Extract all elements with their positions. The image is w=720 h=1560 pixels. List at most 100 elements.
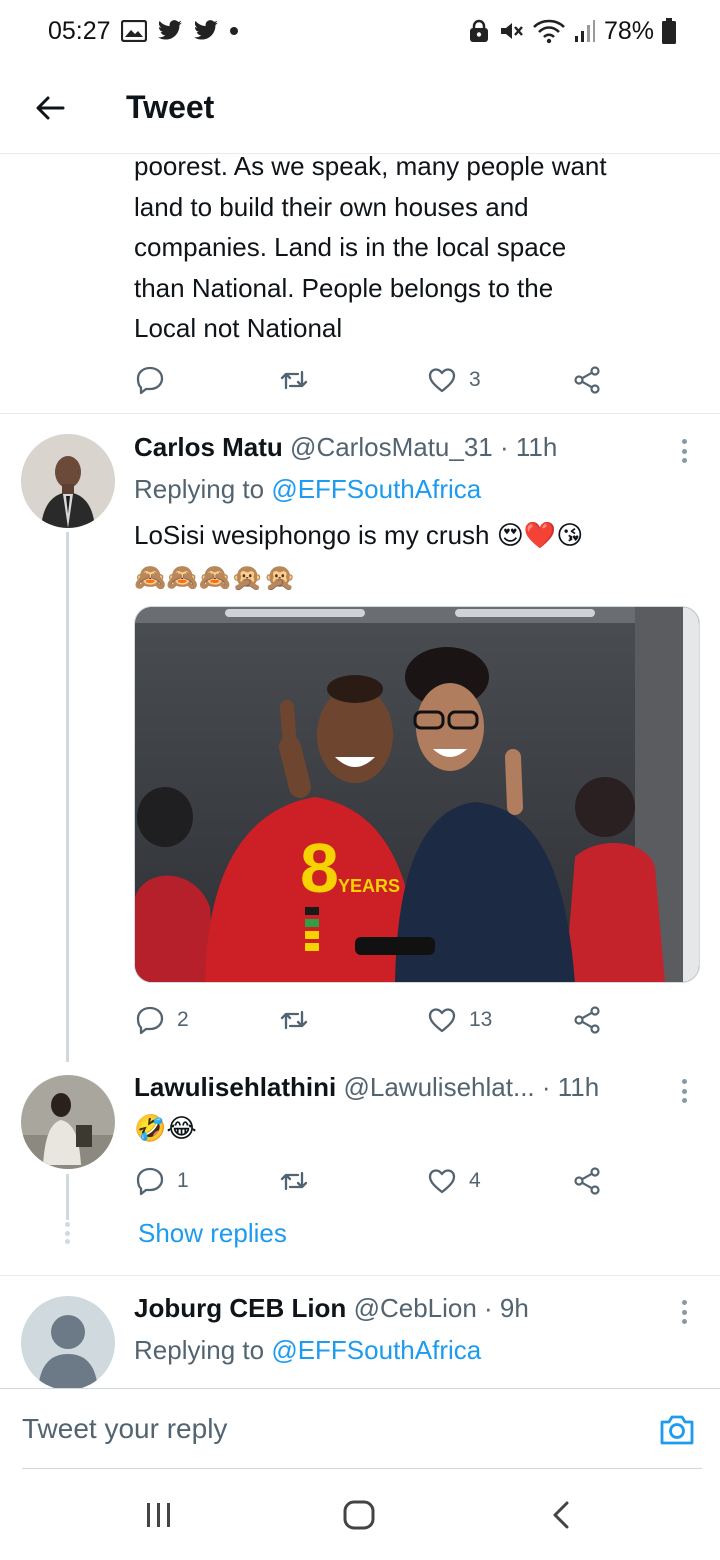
tweet-text-line: poorest. As we speak, many people want <box>134 154 607 181</box>
more-options-button[interactable] <box>676 436 692 466</box>
reply-text: LoSisi wesiphongo is my crush 😍❤️😘 <box>134 515 704 557</box>
page-title: Tweet <box>126 89 215 125</box>
like-button[interactable]: 3 <box>427 360 481 400</box>
back-icon <box>553 1501 569 1529</box>
reply-author-line: Joburg CEB Lion @CebLion · 9h <box>134 1293 668 1324</box>
recent-apps-icon <box>147 1503 170 1527</box>
reply-actions: 1 4 <box>135 1161 615 1201</box>
home-icon <box>343 1500 375 1530</box>
retweet-icon <box>280 370 308 390</box>
twitter-icon <box>157 20 183 42</box>
app-header: Tweet <box>0 62 720 154</box>
divider <box>0 413 720 414</box>
replying-to: Replying to @EFFSouthAfrica <box>134 1335 481 1366</box>
tweet-thread[interactable]: poorest. As we speak, many people want l… <box>0 154 720 1388</box>
avatar[interactable] <box>21 1075 115 1169</box>
author-name[interactable]: Carlos Matu <box>134 432 283 462</box>
main-tweet-actions: 3 <box>135 360 615 400</box>
tweet-text-line: Local not National <box>134 313 343 343</box>
share-button[interactable] <box>573 1000 603 1040</box>
tweet-text-line: land to build their own houses and <box>134 191 529 222</box>
emoji-line: 🙈🙈🙈🙊🙊 <box>134 563 296 593</box>
share-button[interactable] <box>573 360 603 400</box>
avatar[interactable] <box>21 434 115 528</box>
reply-author-line: Carlos Matu @CarlosMatu_31 · 11h <box>134 432 668 463</box>
replying-handle-link[interactable]: @EFFSouthAfrica <box>271 474 481 504</box>
svg-text:YEARS: YEARS <box>338 876 400 896</box>
heart-icon <box>428 1169 456 1194</box>
retweet-button[interactable] <box>279 1000 309 1040</box>
retweet-button[interactable] <box>279 360 309 400</box>
thread-line <box>66 532 69 1062</box>
reply-icon <box>136 1167 164 1196</box>
dot-icon <box>229 26 239 36</box>
replying-handle-link[interactable]: @EFFSouthAfrica <box>271 1335 481 1365</box>
share-icon <box>574 1006 600 1034</box>
tweet-reply-input[interactable] <box>22 1389 702 1469</box>
main-tweet-text: poorest. As we speak, many people want l… <box>134 154 704 349</box>
nav-back-button[interactable] <box>550 1500 572 1535</box>
share-icon <box>574 366 600 394</box>
twitter-icon <box>193 20 219 42</box>
reply-button[interactable]: 2 <box>135 1000 189 1040</box>
reply-icon <box>136 366 164 395</box>
home-button[interactable] <box>343 1500 375 1535</box>
like-count: 4 <box>469 1169 481 1192</box>
tweet-photo[interactable]: 8 YEARS <box>134 606 700 983</box>
mute-icon <box>498 19 524 43</box>
author-handle-time: @CebLion · 9h <box>353 1293 529 1323</box>
author-name[interactable]: Lawulisehlathini <box>134 1072 336 1102</box>
reply-text-emoji: 🤣😂 <box>134 1114 197 1144</box>
signal-icon <box>574 19 596 43</box>
battery-icon <box>662 18 676 44</box>
thread-dots <box>65 1222 70 1244</box>
camera-button[interactable] <box>658 1411 696 1449</box>
like-button[interactable]: 4 <box>427 1161 481 1201</box>
reply-actions: 2 13 <box>135 1000 615 1040</box>
retweet-icon <box>280 1171 308 1191</box>
recent-apps-button[interactable] <box>145 1500 173 1535</box>
wifi-icon <box>532 18 566 44</box>
svg-text:8: 8 <box>300 829 339 907</box>
tweet-text-line: companies. Land is in the local space <box>134 232 567 262</box>
reply-composer <box>0 1388 720 1470</box>
show-replies-link[interactable]: Show replies <box>138 1218 287 1249</box>
reply-button[interactable] <box>135 360 165 400</box>
heart-icon <box>428 368 456 393</box>
replying-label: Replying to <box>134 474 265 504</box>
thread-line <box>66 1174 69 1220</box>
battery-percent: 78% <box>603 16 654 45</box>
share-icon <box>574 1167 600 1195</box>
avatar[interactable] <box>21 1296 115 1388</box>
reply-author-line: Lawulisehlathini @Lawulisehlat... · 11h <box>134 1072 668 1103</box>
replying-to: Replying to @EFFSouthAfrica <box>134 474 481 505</box>
lock-icon <box>468 19 490 43</box>
more-options-button[interactable] <box>676 1076 692 1106</box>
retweet-icon <box>280 1010 308 1030</box>
gallery-icon <box>120 20 147 42</box>
system-nav-bar <box>0 1470 720 1560</box>
more-options-button[interactable] <box>676 1297 692 1327</box>
status-time: 05:27 <box>48 16 111 45</box>
replying-label: Replying to <box>134 1335 265 1365</box>
reply-count: 2 <box>177 1008 189 1031</box>
reply-count: 1 <box>177 1169 189 1192</box>
author-name[interactable]: Joburg CEB Lion <box>134 1293 346 1323</box>
like-button[interactable]: 13 <box>427 1000 492 1040</box>
author-handle-time: @CarlosMatu_31 · 11h <box>290 432 558 462</box>
retweet-button[interactable] <box>279 1161 309 1201</box>
like-count: 3 <box>469 368 481 391</box>
camera-icon <box>660 1415 694 1445</box>
heart-icon <box>428 1008 456 1033</box>
author-handle-time: @Lawulisehlat... · 11h <box>343 1072 600 1102</box>
back-button[interactable] <box>20 78 80 138</box>
divider <box>0 1275 720 1276</box>
arrow-left-icon <box>36 96 65 119</box>
reply-text-body: LoSisi wesiphongo is my crush <box>134 520 490 550</box>
reply-text-emoji: 😍❤️😘 <box>496 521 584 551</box>
tweet-text-line: than National. People belongs to the <box>134 272 554 303</box>
reply-icon <box>136 1006 164 1035</box>
like-count: 13 <box>469 1008 493 1031</box>
reply-button[interactable]: 1 <box>135 1161 189 1201</box>
share-button[interactable] <box>573 1161 603 1201</box>
